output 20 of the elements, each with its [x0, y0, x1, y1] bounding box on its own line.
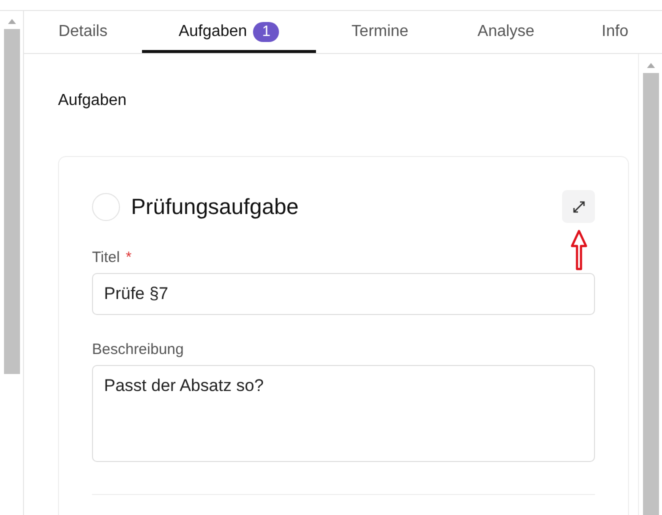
tab[interactable]: Details [24, 11, 142, 53]
completion-checkbox[interactable] [92, 192, 120, 220]
tab[interactable]: Termine [316, 11, 444, 53]
section-title: Aufgaben [58, 92, 128, 110]
tab[interactable]: Analyse [444, 11, 568, 53]
required-mark: * [126, 249, 132, 266]
field-label: Titel [92, 249, 120, 266]
tab[interactable]: Info [568, 11, 662, 53]
expand-button[interactable] [562, 190, 595, 223]
field-label: Beschreibung [92, 341, 184, 358]
scroll-up-icon[interactable] [646, 63, 654, 68]
scroll-up-icon[interactable] [8, 19, 16, 24]
scrollbar-thumb[interactable] [4, 29, 20, 374]
tab[interactable]: Aufgaben 1 [142, 11, 316, 53]
title-field[interactable]: Prüfe §7 [92, 273, 595, 315]
scrollbar-thumb[interactable] [642, 73, 658, 515]
task-title: Prüfungsaufgabe [131, 194, 300, 220]
expand-icon [572, 200, 586, 214]
count-badge: 1 [253, 22, 280, 42]
description-field[interactable]: Passt der Absatz so? [92, 365, 595, 462]
